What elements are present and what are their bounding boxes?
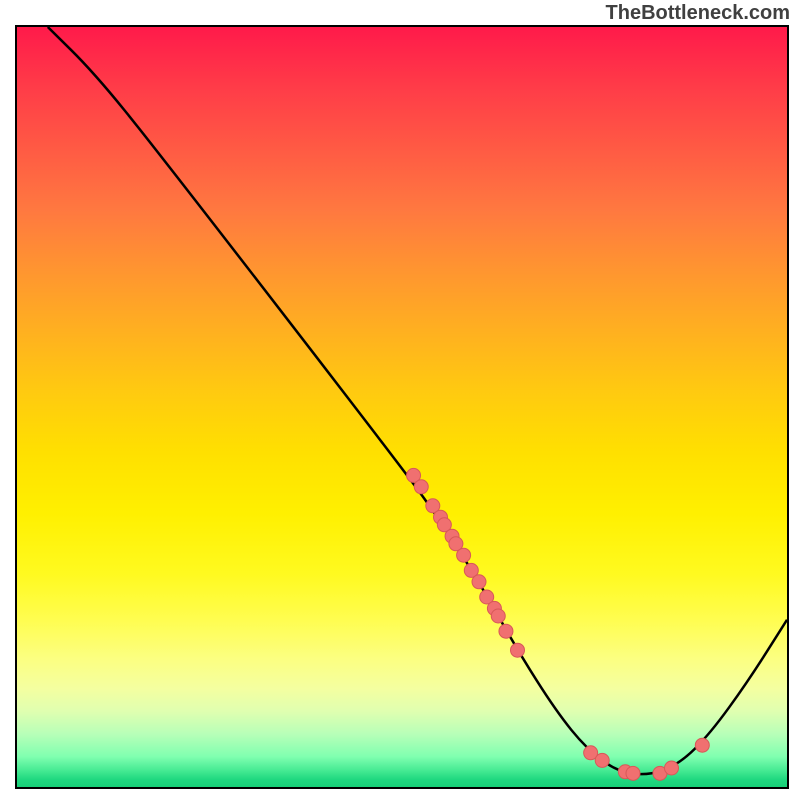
watermark-text: TheBottleneck.com — [606, 2, 790, 25]
plot-area — [15, 25, 789, 789]
data-point — [595, 753, 609, 767]
chart-container: TheBottleneck.com — [0, 0, 800, 800]
data-point — [457, 548, 471, 562]
data-point — [695, 738, 709, 752]
data-point — [414, 480, 428, 494]
data-point — [511, 643, 525, 657]
data-point — [499, 624, 513, 638]
scatter-points — [407, 468, 710, 780]
data-point — [472, 575, 486, 589]
bottleneck-curve — [48, 27, 787, 774]
data-point — [665, 761, 679, 775]
chart-svg — [17, 27, 787, 787]
data-point — [626, 766, 640, 780]
data-point — [491, 609, 505, 623]
